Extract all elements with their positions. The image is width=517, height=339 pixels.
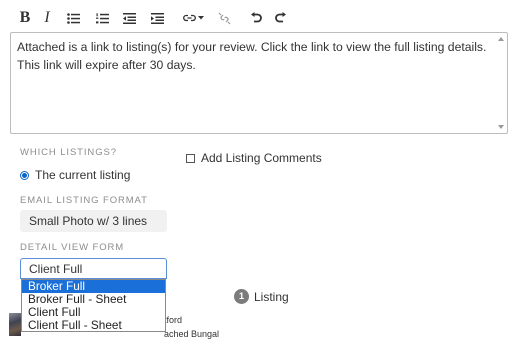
detail-view-select[interactable]: Client Full — [20, 258, 167, 279]
listing-line-2: ached Bungal — [164, 329, 220, 339]
dropdown-option-client-full-sheet[interactable]: Client Full - Sheet — [22, 319, 165, 332]
which-listings-label: WHICH LISTINGS? — [20, 147, 117, 158]
current-listing-radio[interactable] — [20, 170, 29, 180]
listing-line-1: tford — [164, 315, 183, 325]
italic-button[interactable]: I — [40, 6, 54, 30]
undo-button[interactable] — [248, 6, 264, 30]
bullet-list-icon — [66, 12, 80, 24]
email-format-select[interactable]: Small Photo w/ 3 lines — [20, 210, 167, 232]
chevron-down-icon — [197, 16, 204, 20]
current-listing-label: The current listing — [35, 168, 131, 182]
link-dropdown-button[interactable] — [182, 6, 204, 30]
outdent-button[interactable] — [121, 6, 137, 30]
scroll-down-icon[interactable] — [498, 125, 504, 129]
listing-count: 1 Listing — [234, 289, 289, 304]
bold-icon: B — [19, 9, 31, 26]
unlink-button[interactable] — [216, 6, 232, 30]
outdent-icon — [122, 12, 136, 24]
redo-icon — [274, 12, 286, 23]
numbered-list-icon — [95, 12, 109, 23]
email-format-value: Small Photo w/ 3 lines — [29, 214, 148, 228]
bold-button[interactable]: B — [18, 6, 32, 30]
bullet-list-button[interactable] — [65, 6, 81, 30]
detail-view-dropdown: Broker Full Broker Full - Sheet Client F… — [21, 279, 166, 332]
indent-button[interactable] — [149, 6, 165, 30]
scroll-up-icon[interactable] — [498, 37, 504, 41]
redo-button[interactable] — [272, 6, 288, 30]
indent-icon — [150, 12, 164, 24]
editor-scrollbar[interactable] — [495, 33, 507, 133]
listing-count-label: Listing — [254, 289, 289, 304]
listing-count-badge: 1 — [234, 289, 249, 304]
detail-view-label: DETAIL VIEW FORM — [20, 242, 125, 253]
undo-icon — [250, 12, 262, 23]
detail-view-value: Client Full — [29, 261, 83, 276]
add-comments-checkbox[interactable] — [186, 153, 195, 163]
add-comments-label: Add Listing Comments — [201, 151, 322, 165]
numbered-list-button[interactable] — [94, 6, 110, 30]
message-editor[interactable]: Attached is a link to listing(s) for you… — [10, 32, 508, 134]
message-text[interactable]: Attached is a link to listing(s) for you… — [17, 38, 487, 74]
listing-thumbnail[interactable] — [9, 313, 21, 336]
link-icon — [182, 14, 196, 22]
email-format-label: EMAIL LISTING FORMAT — [20, 195, 148, 206]
italic-icon: I — [44, 9, 50, 26]
unlink-icon — [218, 12, 230, 24]
add-comments-option[interactable]: Add Listing Comments — [186, 151, 322, 165]
current-listing-option[interactable]: The current listing — [20, 168, 130, 182]
